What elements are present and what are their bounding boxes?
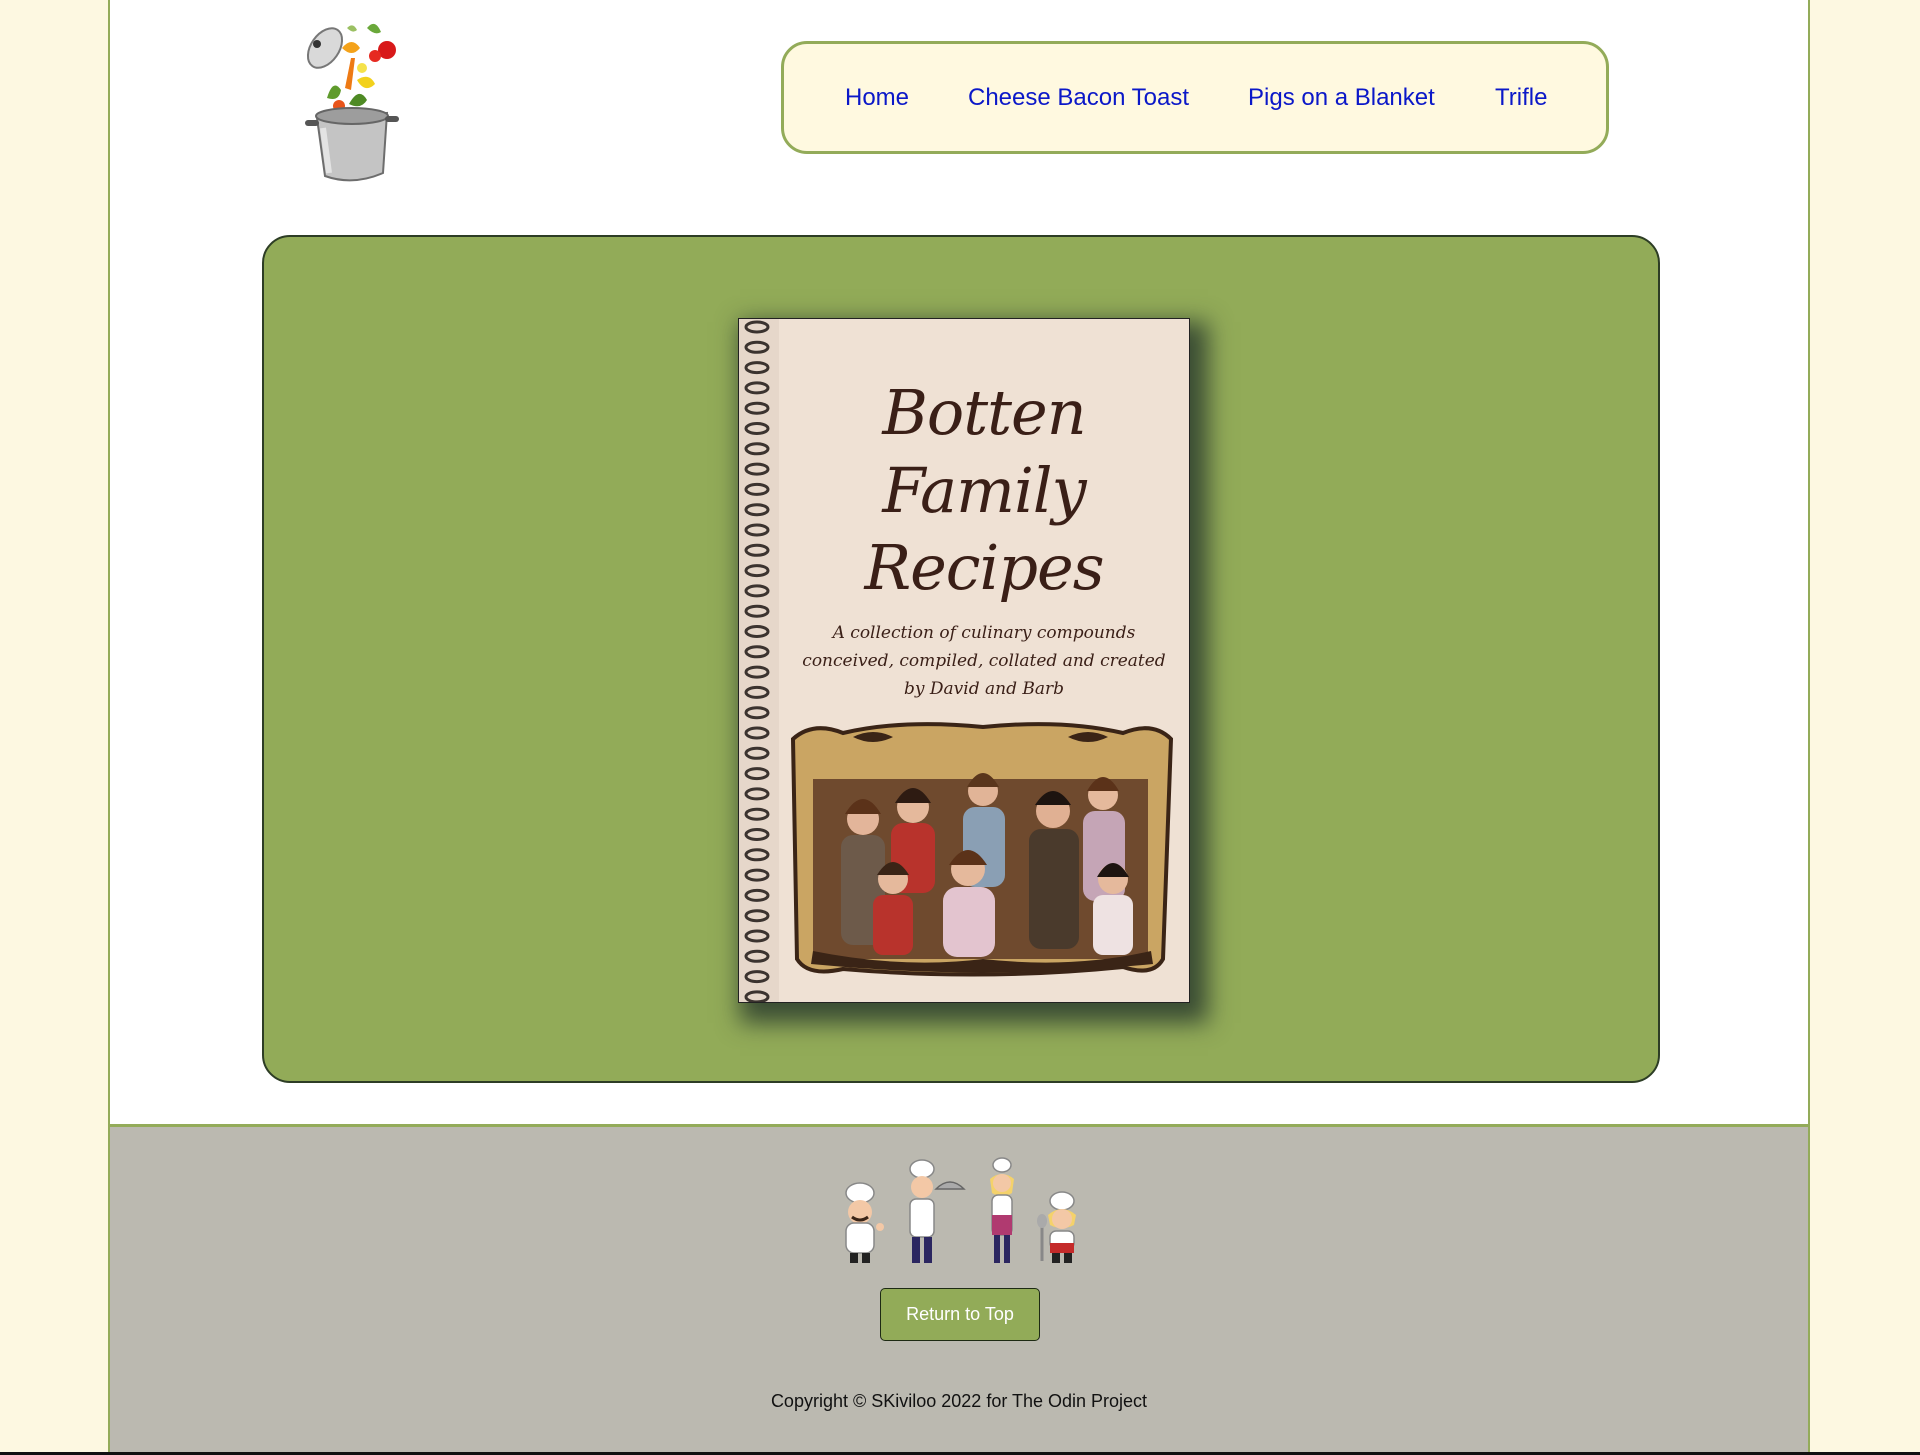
spiral-binding-icon	[739, 319, 779, 1002]
return-to-top-button[interactable]: Return to Top	[880, 1288, 1040, 1341]
cookbook-cover-image: Botten Family Recipes A collection of cu…	[738, 318, 1190, 1003]
hero-panel: Botten Family Recipes A collection of cu…	[262, 235, 1660, 1083]
nav-link-pigs-on-a-blanket[interactable]: Pigs on a Blanket	[1248, 84, 1435, 112]
page-container: Home Cheese Bacon Toast Pigs on a Blanke…	[108, 0, 1810, 1452]
four-chefs-icon	[830, 1157, 1090, 1267]
nav-link-trifle[interactable]: Trifle	[1495, 84, 1547, 112]
cookbook-title: Botten Family Recipes	[864, 376, 1104, 604]
main-nav: Home Cheese Bacon Toast Pigs on a Blanke…	[781, 41, 1609, 154]
family-photo-icon	[783, 719, 1178, 981]
pot-with-vegetables-icon[interactable]	[287, 8, 417, 188]
cookbook-subtitle: A collection of culinary compounds conce…	[802, 623, 1166, 699]
nav-link-cheese-bacon-toast[interactable]: Cheese Bacon Toast	[968, 84, 1189, 112]
page-footer: Return to Top Copyright © SKiviloo 2022 …	[110, 1124, 1808, 1452]
copyright-text: Copyright © SKiviloo 2022 for The Odin P…	[770, 1391, 1148, 1411]
nav-link-home[interactable]: Home	[845, 84, 909, 112]
